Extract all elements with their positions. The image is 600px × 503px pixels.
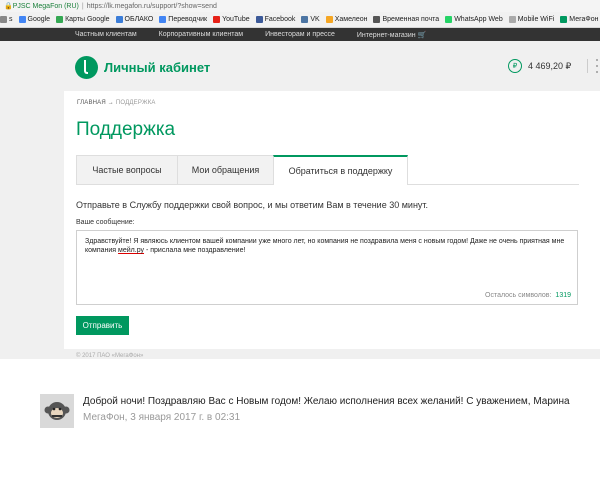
page-title: Поддержка bbox=[76, 119, 176, 140]
message-textarea[interactable]: Здравствуйте! Я являюсь клиентом вашей к… bbox=[76, 230, 578, 305]
tab-bar: Частые вопросы Мои обращения Обратиться … bbox=[76, 155, 408, 185]
nav-item-shop-label: Интернет-магазин bbox=[356, 31, 416, 39]
bookmark-favicon-icon bbox=[301, 16, 309, 23]
avatar bbox=[40, 394, 74, 428]
form-intro: Отправьте в Службу поддержки свой вопрос… bbox=[76, 200, 429, 210]
bookmark-label: Facebook bbox=[264, 16, 296, 23]
bookmark-label: Карты Google bbox=[65, 16, 110, 23]
footer-copyright: © 2017 ПАО «МегаФон» bbox=[76, 353, 144, 359]
bookmark-label: WhatsApp Web bbox=[454, 16, 503, 23]
bookmark-label: МегаФон bbox=[569, 16, 599, 23]
tab-my-requests[interactable]: Мои обращения bbox=[177, 155, 273, 185]
bookmark-label: s bbox=[9, 16, 13, 23]
bookmark-item[interactable]: Google bbox=[18, 16, 51, 23]
balance-value: 4 469,20 ₽ bbox=[528, 60, 572, 71]
bookmark-label: Переводчик bbox=[168, 16, 208, 23]
tab-divider bbox=[408, 184, 579, 185]
char-counter: Осталось символов: 1319 bbox=[485, 291, 571, 300]
bookmark-label: Mobile WiFi bbox=[517, 16, 555, 23]
bookmark-favicon-icon bbox=[508, 16, 516, 23]
bookmark-favicon-icon bbox=[115, 16, 123, 23]
send-button[interactable]: Отправить bbox=[76, 316, 129, 335]
nav-item-corporate[interactable]: Корпоративным клиентам bbox=[159, 31, 243, 38]
comment-text: Доброй ночи! Поздравляю Вас с Новым годо… bbox=[83, 396, 570, 407]
message-text-part2: - прислала мне поздравление! bbox=[144, 247, 246, 254]
bookmarks-bar: s Google Карты Google ОБЛАКО Переводчик YouTu… bbox=[0, 12, 600, 28]
breadcrumb: ГЛАВНАЯ → ПОДДЕРЖКА bbox=[77, 100, 156, 106]
tab-faq[interactable]: Частые вопросы bbox=[76, 155, 177, 185]
tab-contact-support[interactable]: Обратиться в поддержку bbox=[273, 155, 408, 185]
bookmark-favicon-icon bbox=[560, 16, 568, 23]
bookmark-item[interactable]: Mobile WiFi bbox=[508, 16, 555, 23]
message-text-misspelled: мейл.ру bbox=[118, 247, 145, 254]
comment-meta: МегаФон, 3 января 2017 г. в 02:31 bbox=[83, 412, 241, 423]
address-separator: | bbox=[81, 2, 84, 10]
bookmark-favicon-icon bbox=[255, 16, 263, 23]
bookmark-favicon-icon bbox=[213, 16, 221, 23]
bookmark-favicon-icon bbox=[56, 16, 64, 23]
bookmark-favicon-icon bbox=[159, 16, 167, 23]
bookmark-favicon-icon bbox=[373, 16, 381, 23]
logo[interactable]: Личный кабинет bbox=[75, 56, 210, 79]
site-name: PJSC MegaFon (RU) bbox=[12, 2, 79, 10]
nav-item-shop[interactable]: Интернет-магазин 🛒 bbox=[357, 31, 427, 39]
bookmark-label: VK bbox=[310, 16, 320, 23]
url-rest: lk.megafon.ru/support/?show=send bbox=[107, 2, 217, 10]
breadcrumb-home[interactable]: ГЛАВНАЯ bbox=[77, 100, 106, 106]
bookmark-label: ОБЛАКО bbox=[124, 16, 154, 23]
nav-item-investors[interactable]: Инвесторам и прессе bbox=[265, 31, 335, 38]
bookmark-item[interactable]: Карты Google bbox=[56, 16, 110, 23]
address-bar[interactable]: 🔒 PJSC MegaFon (RU) | https:// lk.megafo… bbox=[0, 0, 600, 12]
bookmark-item[interactable]: YouTube bbox=[213, 16, 250, 23]
char-counter-value: 1319 bbox=[555, 292, 571, 299]
bookmark-item[interactable]: s bbox=[0, 16, 13, 23]
bookmark-item[interactable]: МегаФон bbox=[560, 16, 598, 23]
ruble-coin-icon: ₽ bbox=[508, 59, 522, 73]
cart-icon: 🛒 bbox=[417, 31, 427, 39]
balance-widget[interactable]: ₽ 4 469,20 ₽ bbox=[508, 59, 599, 73]
bookmark-item[interactable]: VK bbox=[301, 16, 320, 23]
lock-icon: 🔒 bbox=[4, 3, 13, 10]
bookmark-favicon-icon bbox=[0, 16, 7, 23]
bookmark-favicon-icon bbox=[325, 16, 333, 23]
monkey-avatar-icon bbox=[44, 402, 70, 420]
bookmark-label: Временная почта bbox=[382, 16, 440, 23]
more-menu-icon[interactable] bbox=[587, 59, 599, 73]
bookmark-label: Хамелеон bbox=[334, 16, 368, 23]
breadcrumb-current: ПОДДЕРЖКА bbox=[115, 100, 156, 106]
nav-item-private[interactable]: Частным клиентам bbox=[75, 31, 137, 38]
char-counter-label: Осталось символов: bbox=[485, 292, 552, 299]
breadcrumb-separator: → bbox=[107, 100, 114, 106]
bookmark-item[interactable]: Переводчик bbox=[159, 16, 207, 23]
bookmark-item[interactable]: WhatsApp Web bbox=[445, 16, 503, 23]
bookmark-favicon-icon bbox=[18, 16, 26, 23]
bookmark-favicon-icon bbox=[445, 16, 453, 23]
bookmark-item[interactable]: ОБЛАКО bbox=[115, 16, 154, 23]
logo-text: Личный кабинет bbox=[104, 60, 211, 75]
bookmark-item[interactable]: Facebook bbox=[255, 16, 296, 23]
megafon-logo-icon bbox=[75, 56, 98, 79]
bookmark-label: YouTube bbox=[222, 16, 250, 23]
top-navigation: Частным клиентам Корпоративным клиентам … bbox=[0, 28, 600, 41]
url-scheme: https:// bbox=[86, 2, 108, 10]
bookmark-item[interactable]: Временная почта bbox=[373, 16, 439, 23]
bookmark-label: Google bbox=[27, 16, 51, 23]
bookmark-item[interactable]: Хамелеон bbox=[325, 16, 368, 23]
message-label: Ваше сообщение: bbox=[76, 219, 135, 226]
